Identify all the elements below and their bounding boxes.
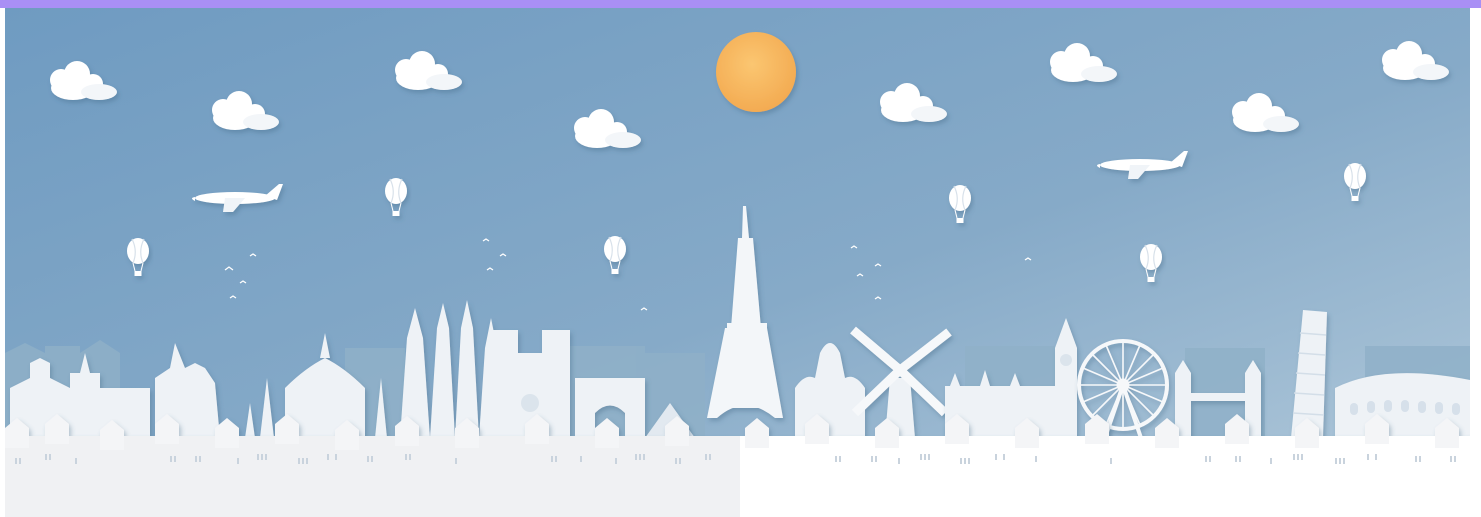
paper-city-banner bbox=[0, 0, 1481, 517]
sun-icon bbox=[716, 32, 796, 112]
top-accent-bar bbox=[0, 0, 1481, 8]
skyline-illustration bbox=[5, 8, 1470, 517]
skyline-scene bbox=[5, 8, 1470, 517]
